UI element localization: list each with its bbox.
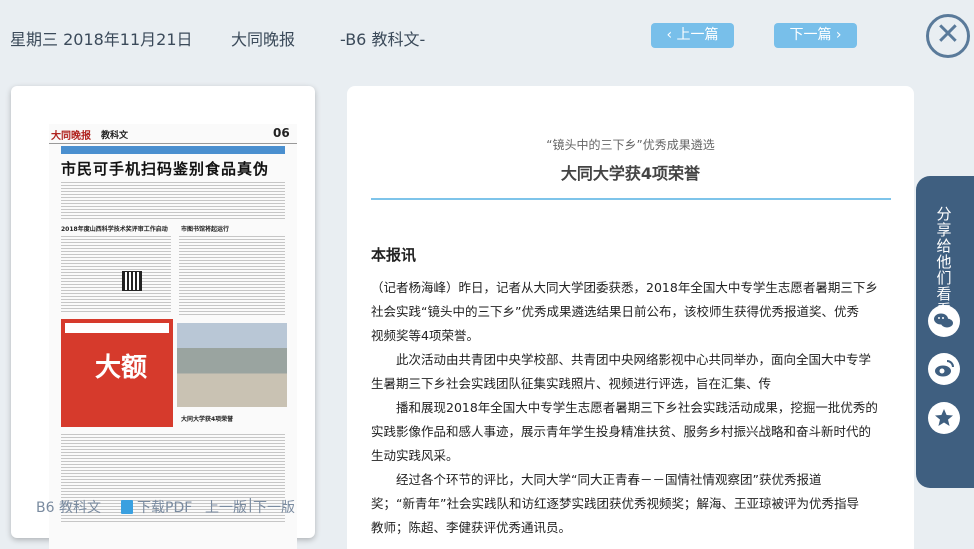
thumb-subhead-c: 大同大学获4项荣誉: [181, 416, 234, 423]
top-bar: 星期三 2018年11月21日 大同晚报 -B6 教科文- ‹ 上一篇 下一篇 …: [0, 0, 974, 72]
chevron-left-icon: ‹: [666, 27, 673, 43]
paragraph-line: 经过各个环节的评比，大同大学“同大正青春－－国情社情观察团”获优秀报道: [371, 472, 822, 487]
article-title: 大同大学获4项荣誉: [560, 164, 701, 183]
thumb-ad-text: 大额: [95, 353, 148, 383]
paragraph-line: 视频奖等4项荣誉。: [371, 328, 479, 343]
share-sidebar: 分享给他们看看: [916, 176, 974, 488]
thumb-headline: 市民可手机扫码鉴别食品真伪: [61, 160, 270, 178]
paper-name: 大同晚报: [231, 30, 296, 49]
paragraph-line: 奖；“新青年”社会实践队和访红逐梦实践团获优秀视频奖；解海、王亚琼被评为优秀指导: [371, 496, 859, 511]
close-button[interactable]: ✕: [926, 14, 970, 58]
thumb-banner: [61, 146, 285, 154]
paragraph-line: 社会实践“镜头中的三下乡”优秀成果遴选结果日前公布，该校师生获得优秀报道奖、优秀: [371, 304, 859, 319]
thumb-subhead-a: 2018年度山西科学技术奖评审工作启动: [61, 226, 168, 233]
download-pdf-label: 下载PDF: [137, 500, 193, 516]
article-paragraph-3: 经过各个环节的评比，大同大学“同大正青春－－国情社情观察团”获优秀报道 奖；“新…: [371, 468, 891, 540]
thumb-qr-code: [122, 271, 142, 291]
thumb-photo: [177, 323, 287, 407]
thumb-text-block: [61, 180, 285, 220]
prev-article-label: 上一篇: [676, 27, 719, 43]
article-panel: “镜头中的三下乡”优秀成果遴选 大同大学获4项荣誉 本报讯 （记者杨海峰）昨日，…: [347, 86, 914, 549]
prev-page-link[interactable]: 上一版: [205, 497, 247, 517]
pdf-icon: [121, 500, 133, 514]
close-icon: ✕: [935, 17, 961, 52]
thumb-text-block: [179, 234, 285, 316]
newspaper-page-thumbnail[interactable]: 大同晚报 教科文 06 市民可手机扫码鉴别食品真伪 2018年度山西科学技术奖评…: [49, 124, 297, 549]
thumb-advertisement: 大额: [61, 319, 173, 427]
article-paragraph-2: 此次活动由共青团中央学校部、共青团中央网络影视中心共同举办，面向全国大中专学 生…: [371, 348, 891, 468]
weibo-icon[interactable]: [928, 353, 960, 385]
paragraph-line: （记者杨海峰）昨日，记者从大同大学团委获悉，2018年全国大中专学生志愿者暑期三…: [371, 280, 878, 295]
thumb-section-label: B6 教科文: [36, 500, 101, 516]
next-page-link[interactable]: 下一版: [253, 497, 295, 517]
download-pdf-link[interactable]: 下载PDF: [121, 497, 192, 517]
wechat-icon[interactable]: [928, 305, 960, 337]
next-article-label: 下一篇: [789, 27, 832, 43]
thumb-subhead-b: 市图书馆将起运行: [181, 226, 230, 233]
page-link-separator: |: [248, 497, 253, 513]
chevron-right-icon: ›: [835, 27, 842, 43]
paragraph-line: 生暑期三下乡社会实践团队征集实践照片、视频进行评选，旨在汇集、传: [371, 376, 772, 391]
share-label: 分享给他们看看: [936, 205, 952, 318]
thumb-page-number: 06: [273, 126, 290, 140]
issue-date: 星期三 2018年11月21日: [10, 30, 193, 49]
paragraph-line: 实践影像作品和感人事迹，展示青年学生投身精准扶贫、服务乡村振兴战略和奋斗新时代的: [371, 424, 872, 439]
thumb-ad-header: [65, 323, 169, 333]
article-paragraph-1: （记者杨海峰）昨日，记者从大同大学团委获悉，2018年全国大中专学生志愿者暑期三…: [371, 276, 891, 348]
favorite-star-icon[interactable]: [928, 402, 960, 434]
article-kicker: “镜头中的三下乡”优秀成果遴选: [546, 138, 715, 152]
title-divider: [371, 198, 891, 200]
paragraph-line: 播和展现2018年全国大中专学生志愿者暑期三下乡社会实践活动成果，挖掘一批优秀的: [371, 400, 878, 415]
thumb-section: 教科文: [101, 131, 129, 141]
page-thumbnail-card: 大同晚报 教科文 06 市民可手机扫码鉴别食品真伪 2018年度山西科学技术奖评…: [11, 86, 315, 549]
thumb-masthead: 大同晚报 教科文 06: [49, 124, 297, 144]
paragraph-line: 教师；陈超、李健获评优秀通讯员。: [371, 520, 572, 535]
section-name: -B6 教科文-: [340, 30, 426, 49]
prev-article-button[interactable]: ‹ 上一篇: [651, 23, 734, 48]
thumb-logo: 大同晚报: [51, 131, 91, 142]
paragraph-line: 此次活动由共青团中央学校部、共青团中央网络影视中心共同举办，面向全国大中专学: [371, 352, 872, 367]
paragraph-line: 生动实践风采。: [371, 448, 459, 463]
article-source: 本报讯: [371, 246, 417, 264]
thumb-text-block: [61, 234, 171, 314]
next-article-button[interactable]: 下一篇 ›: [774, 23, 857, 48]
